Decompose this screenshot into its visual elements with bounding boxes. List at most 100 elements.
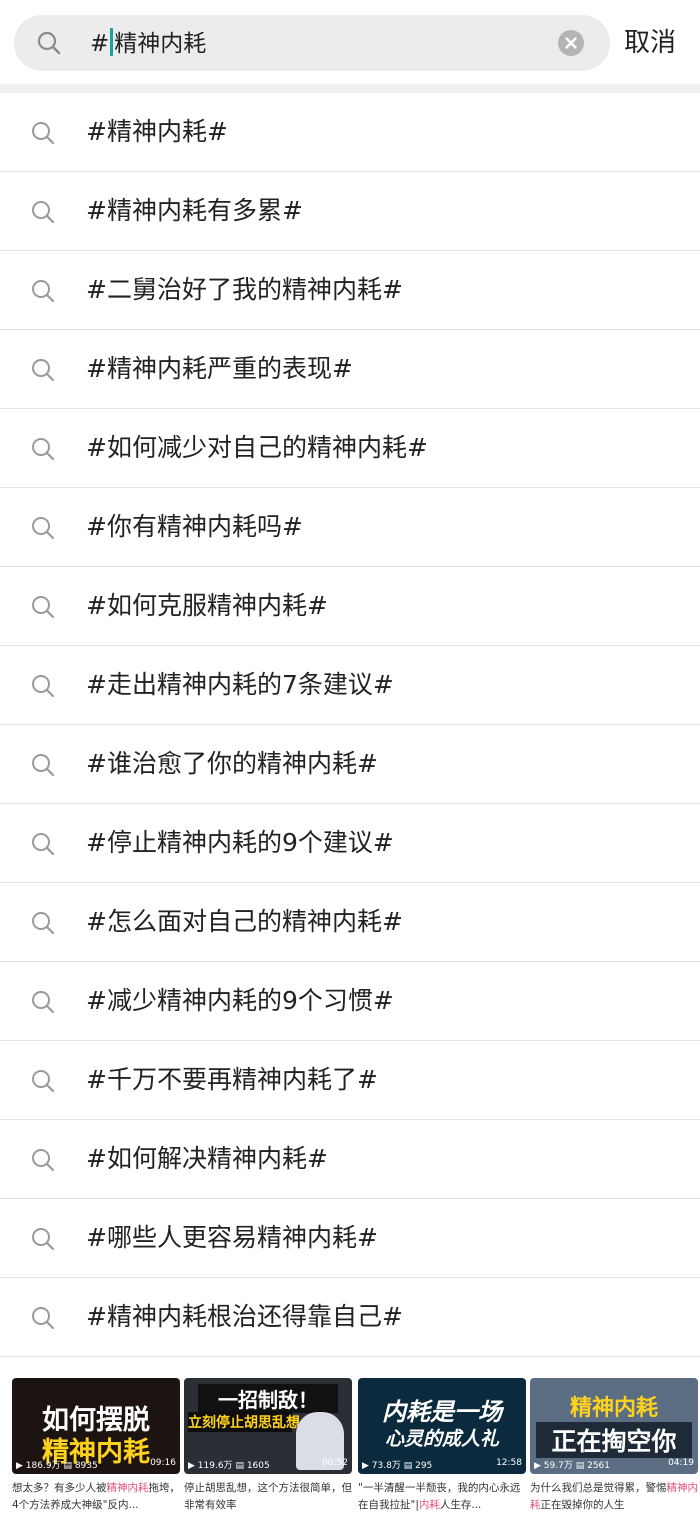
video-description[interactable]: 停止胡思乱想，这个方法很简单，但非常有效率 — [184, 1480, 352, 1514]
suggestion-item[interactable]: #精神内耗根治还得靠自己# — [0, 1278, 700, 1357]
query-text: 精神内耗 — [114, 31, 207, 57]
search-icon — [32, 833, 55, 856]
video-thumbnail[interactable]: 精神内耗 正在掏空你 ▶ 59.7万 ▤ 2561 04:19 — [530, 1378, 698, 1474]
video-stats: ▶ 186.9万 ▤ 8935 09:16 — [16, 1458, 176, 1471]
suggestion-item[interactable]: #谁治愈了你的精神内耗# — [0, 725, 700, 804]
header-divider — [0, 84, 700, 93]
video-thumbnail[interactable]: 一招制敌！ 立刻停止胡思乱想 ▶ 119.6万 ▤ 1605 00:52 — [184, 1378, 352, 1474]
suggestion-item[interactable]: #二舅治好了我的精神内耗# — [0, 251, 700, 330]
thumb-title-line1: 一招制敌！ — [198, 1384, 338, 1413]
suggestion-label: #精神内耗# — [86, 117, 228, 146]
suggestion-label: #走出精神内耗的7条建议# — [86, 670, 394, 699]
thumb-title-line2: 立刻停止胡思乱想 — [188, 1412, 300, 1432]
suggestion-label: #哪些人更容易精神内耗# — [86, 1223, 378, 1252]
video-stats: ▶ 119.6万 ▤ 1605 00:52 — [188, 1458, 348, 1471]
query-prefix: # — [90, 31, 110, 57]
suggestion-item[interactable]: #如何解决精神内耗# — [0, 1120, 700, 1199]
suggestion-label: #精神内耗根治还得靠自己# — [86, 1302, 403, 1331]
suggestion-item[interactable]: #如何克服精神内耗# — [0, 567, 700, 646]
search-box[interactable]: # 精神内耗 — [14, 15, 610, 71]
suggestion-list: #精神内耗# #精神内耗有多累# #二舅治好了我的精神内耗# #精神内耗严重的表现# #… — [0, 93, 700, 1357]
video-card[interactable]: 如何摆脱 精神内耗 ▶ 186.9万 ▤ 8935 09:16 想太多？有多少人… — [12, 1378, 180, 1514]
search-icon — [32, 991, 55, 1014]
comment-count: 295 — [415, 1461, 433, 1471]
video-stats: ▶ 73.8万 ▤ 295 12:58 — [362, 1458, 522, 1471]
text-cursor — [110, 28, 114, 56]
video-thumbnail[interactable]: 如何摆脱 精神内耗 ▶ 186.9万 ▤ 8935 09:16 — [12, 1378, 180, 1474]
thumb-title-line2: 心灵的成人礼 — [384, 1428, 499, 1450]
video-duration: 04:19 — [668, 1458, 694, 1468]
search-icon — [32, 438, 55, 461]
clear-search-button[interactable] — [558, 30, 584, 56]
suggestion-item[interactable]: #精神内耗严重的表现# — [0, 330, 700, 409]
suggestion-label: #你有精神内耗吗# — [86, 512, 303, 541]
video-description[interactable]: "一半清醒一半颓丧，我的内心永远在自我拉扯"|内耗人生存... — [358, 1480, 526, 1514]
comment-icon: ▤ — [403, 1461, 413, 1471]
video-duration: 00:52 — [322, 1458, 348, 1468]
suggestion-item[interactable]: #精神内耗有多累# — [0, 172, 700, 251]
search-icon — [32, 201, 55, 224]
suggestion-item[interactable]: #停止精神内耗的9个建议# — [0, 804, 700, 883]
play-icon: ▶ — [16, 1461, 23, 1471]
search-icon — [32, 1307, 55, 1330]
search-icon — [32, 1070, 55, 1093]
suggestion-item[interactable]: #千万不要再精神内耗了# — [0, 1041, 700, 1120]
play-icon: ▶ — [188, 1461, 195, 1471]
video-thumbnail[interactable]: 内耗是一场 心灵的成人礼 ▶ 73.8万 ▤ 295 12:58 — [358, 1378, 526, 1474]
suggestion-label: #如何解决精神内耗# — [86, 1144, 328, 1173]
suggestion-item[interactable]: #你有精神内耗吗# — [0, 488, 700, 567]
comment-icon: ▤ — [575, 1461, 585, 1471]
desc-text-rest: 人生存... — [439, 1499, 482, 1511]
comment-count: 1605 — [246, 1461, 270, 1471]
suggestion-item[interactable]: #哪些人更容易精神内耗# — [0, 1199, 700, 1278]
desc-highlight: 内耗 — [418, 1499, 440, 1511]
desc-text-rest: 正在毁掉你的人生 — [540, 1499, 625, 1511]
play-icon: ▶ — [534, 1461, 541, 1471]
suggestion-label: #停止精神内耗的9个建议# — [86, 828, 394, 857]
suggestion-item[interactable]: #怎么面对自己的精神内耗# — [0, 883, 700, 962]
suggestion-label: #如何克服精神内耗# — [86, 591, 328, 620]
search-icon — [32, 122, 55, 145]
search-icon — [32, 359, 55, 382]
search-input[interactable]: # 精神内耗 — [90, 28, 206, 59]
video-card[interactable]: 一招制敌！ 立刻停止胡思乱想 ▶ 119.6万 ▤ 1605 00:52 停止胡… — [184, 1378, 352, 1514]
suggestion-label: #二舅治好了我的精神内耗# — [86, 275, 403, 304]
play-count: 73.8万 — [371, 1461, 401, 1471]
comment-count: 2561 — [587, 1461, 611, 1471]
search-icon — [37, 31, 61, 55]
search-icon — [32, 596, 55, 619]
suggestion-item[interactable]: #精神内耗# — [0, 93, 700, 172]
suggestion-label: #怎么面对自己的精神内耗# — [86, 907, 403, 936]
suggestion-label: #精神内耗严重的表现# — [86, 354, 353, 383]
suggestion-label: #减少精神内耗的9个习惯# — [86, 986, 394, 1015]
thumb-title-line2: 正在掏空你 — [536, 1422, 692, 1458]
search-icon — [32, 754, 55, 777]
comment-icon: ▤ — [235, 1461, 244, 1471]
suggestion-item[interactable]: #走出精神内耗的7条建议# — [0, 646, 700, 725]
search-header: # 精神内耗 取消 — [0, 0, 700, 84]
desc-highlight: 精神内耗 — [106, 1482, 149, 1494]
play-count: 59.7万 — [543, 1461, 573, 1471]
search-icon — [32, 517, 55, 540]
search-icon — [32, 1149, 55, 1172]
play-count: 119.6万 — [197, 1461, 233, 1471]
desc-text: 为什么我们总是觉得累，警惕 — [530, 1482, 667, 1494]
play-icon: ▶ — [362, 1461, 369, 1471]
video-description[interactable]: 想太多？有多少人被精神内耗拖垮，4个方法养成大神级"反内... — [12, 1480, 180, 1514]
play-count: 186.9万 — [25, 1461, 61, 1471]
suggestion-label: #谁治愈了你的精神内耗# — [86, 749, 378, 778]
cancel-button[interactable]: 取消 — [624, 24, 676, 62]
search-icon — [32, 912, 55, 935]
comment-icon: ▤ — [63, 1461, 72, 1471]
suggestion-label: #精神内耗有多累# — [86, 196, 303, 225]
video-card[interactable]: 精神内耗 正在掏空你 ▶ 59.7万 ▤ 2561 04:19 为什么我们总是觉… — [530, 1378, 698, 1514]
suggestion-label: #千万不要再精神内耗了# — [86, 1065, 378, 1094]
desc-text: 停止胡思乱想，这个方法很简单，但非常有效率 — [184, 1482, 352, 1511]
suggestion-item[interactable]: #如何减少对自己的精神内耗# — [0, 409, 700, 488]
search-icon — [32, 1228, 55, 1251]
video-duration: 09:16 — [150, 1458, 176, 1468]
video-results-strip: 如何摆脱 精神内耗 ▶ 186.9万 ▤ 8935 09:16 想太多？有多少人… — [0, 1364, 700, 1516]
suggestion-item[interactable]: #减少精神内耗的9个习惯# — [0, 962, 700, 1041]
video-card[interactable]: 内耗是一场 心灵的成人礼 ▶ 73.8万 ▤ 295 12:58 "一半清醒一半… — [358, 1378, 526, 1514]
video-description[interactable]: 为什么我们总是觉得累，警惕精神内耗正在毁掉你的人生 — [530, 1480, 698, 1514]
